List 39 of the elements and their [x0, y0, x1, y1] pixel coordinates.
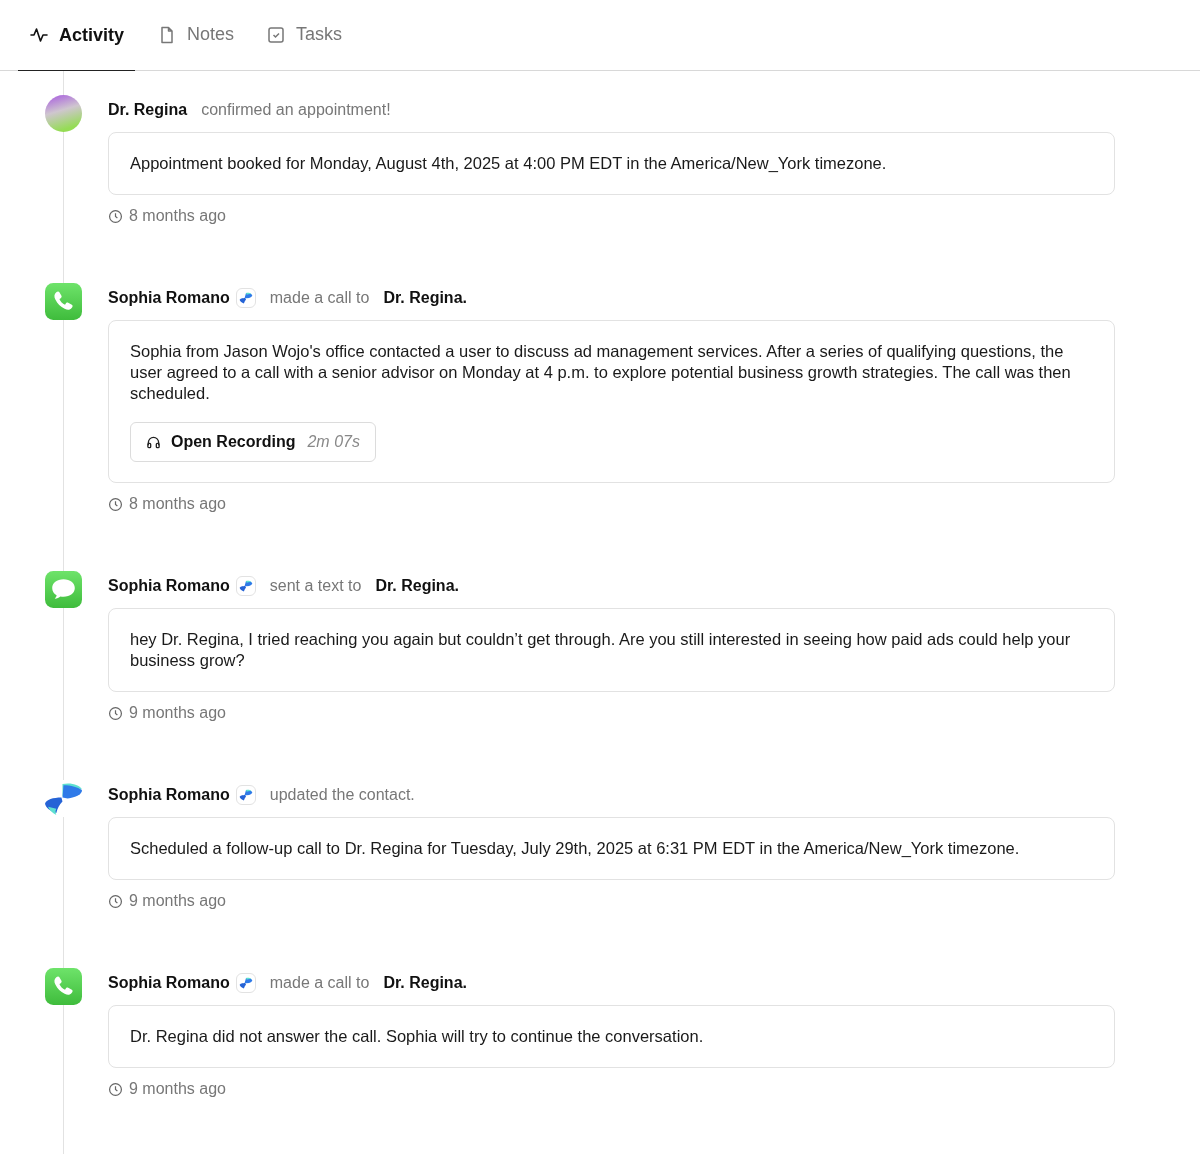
chat-bubble-icon: [45, 571, 82, 608]
action-text: made a call to: [269, 974, 370, 992]
timestamp: 8 months ago: [129, 207, 226, 225]
actor-name: Dr. Regina: [108, 101, 188, 119]
timestamp: 9 months ago: [129, 1080, 226, 1098]
checkbox-icon: [266, 24, 287, 45]
target-name: Dr. Regina.: [383, 289, 467, 307]
clock-icon: [108, 208, 123, 224]
activity-text: hey Dr. Regina, I tried reaching you again but couldn’t get through. Are you still interested in seeing how paid ads could help your business grow?: [130, 629, 1072, 671]
clock-icon: [108, 496, 123, 512]
action-text: updated the contact.: [269, 786, 415, 804]
open-recording-button[interactable]: Open Recording 2m 07s: [130, 422, 376, 462]
action-text: confirmed an appointment!: [201, 101, 391, 119]
actor-name: Sophia Romano: [108, 577, 230, 595]
avatar-icon: [45, 95, 82, 132]
clock-icon: [108, 893, 123, 909]
timestamp: 9 months ago: [129, 892, 226, 910]
activity-icon: [29, 25, 49, 45]
phone-icon: [45, 283, 82, 320]
activity-text: Dr. Regina did not answer the call. Sophia will try to continue the conversation.: [130, 1026, 705, 1047]
tab[interactable]: Activity: [18, 0, 135, 71]
phone-icon: [45, 968, 82, 1005]
activity-text: Appointment booked for Monday, August 4th, 2025 at 4:00 PM EDT in the America/New_York timezone.: [130, 153, 888, 174]
timestamp: 8 months ago: [129, 495, 226, 513]
actor-name: Sophia Romano: [108, 974, 230, 992]
tab[interactable]: Notes: [147, 0, 245, 71]
target-name: Dr. Regina.: [383, 974, 467, 992]
action-text: made a call to: [269, 289, 370, 307]
activity-text: Sophia from Jason Wojo's office contacted a user to discuss ad management services. After a series of qualifying questions, the user agreed to a call with a senior advisor on Monday at 4 p.m. to explore potential business growth strategies. The call was then scheduled.: [130, 341, 1072, 404]
activity-text: Scheduled a follow-up call to Dr. Regina for Tuesday, July 29th, 2025 at 6:31 PM EDT in the America/New_York timezone.: [130, 838, 1021, 859]
headphones-icon: [146, 434, 161, 450]
action-text: sent a text to: [269, 577, 362, 595]
actor-name: Sophia Romano: [108, 786, 230, 804]
clock-icon: [108, 705, 123, 721]
tab[interactable]: Tasks: [256, 0, 353, 71]
clock-icon: [108, 1081, 123, 1097]
timestamp: 9 months ago: [129, 704, 226, 722]
actor-name: Sophia Romano: [108, 289, 230, 307]
target-name: Dr. Regina.: [375, 577, 459, 595]
